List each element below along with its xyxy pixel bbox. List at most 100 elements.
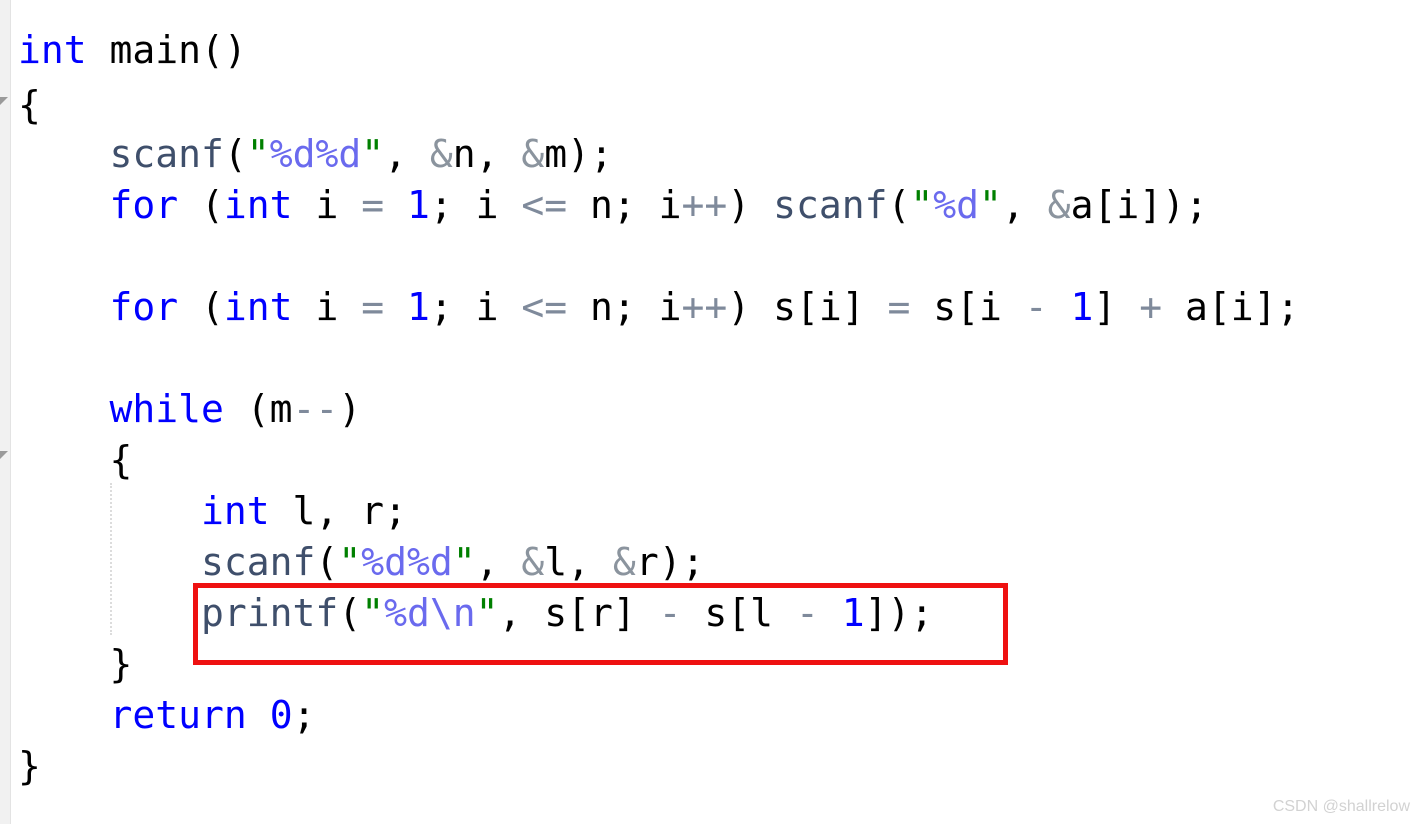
token-number: 1	[841, 591, 865, 635]
token-plain: ,	[567, 540, 613, 584]
token-keyword: for	[109, 285, 179, 329]
token-plain: (m	[223, 387, 293, 431]
token-keyword: int	[223, 183, 293, 227]
token-plain: (	[315, 540, 339, 584]
token-string_quote: "	[979, 183, 1002, 227]
token-plain: (	[178, 285, 224, 329]
token-plain: a[i];	[1162, 285, 1300, 329]
token-string_quote: "	[338, 540, 362, 584]
token-operator: =	[361, 285, 385, 329]
token-function: scanf	[109, 132, 224, 176]
token-plain: ]);	[864, 591, 934, 635]
token-plain: (	[223, 132, 247, 176]
token-plain: (	[178, 183, 224, 227]
token-plain: ;	[292, 693, 316, 737]
token-string_quote: "	[452, 540, 476, 584]
code-line-8[interactable]: while (m--)	[18, 383, 362, 435]
token-keyword: return	[109, 693, 247, 737]
token-number: 1	[406, 285, 430, 329]
token-format_specifier: %d	[933, 183, 980, 227]
token-operator: =	[361, 183, 385, 227]
token-plain: main()	[86, 28, 247, 72]
token-keyword: int	[18, 28, 87, 72]
token-plain: i	[292, 285, 362, 329]
token-plain: l	[544, 540, 568, 584]
token-plain: ,	[1001, 183, 1048, 227]
token-plain: ; i	[429, 183, 522, 227]
token-format_specifier: %d%d	[269, 132, 362, 176]
code-editor-screenshot: int main() { scanf("%d%d", &n, &m); for (…	[0, 0, 1422, 824]
token-string_quote: "	[361, 132, 385, 176]
token-number: 0	[269, 693, 293, 737]
token-plain: l, r;	[269, 489, 407, 533]
token-plain: ,	[475, 540, 522, 584]
token-plain: r);	[635, 540, 705, 584]
token-plain: ,	[384, 132, 430, 176]
code-line-7[interactable]	[18, 332, 41, 384]
token-plain: a[i]);	[1070, 183, 1208, 227]
token-keyword: int	[201, 489, 270, 533]
token-number: 1	[406, 183, 430, 227]
token-keyword: while	[109, 387, 224, 431]
token-plain: s[l	[681, 591, 796, 635]
token-operator: ++	[681, 183, 728, 227]
token-plain: , s[r]	[498, 591, 659, 635]
token-plain: n; i	[567, 183, 682, 227]
token-plain: {	[18, 83, 41, 127]
code-line-6[interactable]: for (int i = 1; i <= n; i++) s[i] = s[i …	[18, 281, 1300, 333]
code-line-4[interactable]: for (int i = 1; i <= n; i++) scanf("%d",…	[18, 179, 1208, 231]
code-line-10[interactable]: int l, r;	[18, 485, 407, 537]
token-plain: n	[452, 132, 476, 176]
code-line-3[interactable]: scanf("%d%d", &n, &m);	[18, 128, 613, 180]
token-string_quote: "	[246, 132, 270, 176]
token-string_quote: "	[475, 591, 499, 635]
token-function: printf	[201, 591, 339, 635]
token-keyword: int	[223, 285, 293, 329]
token-plain: ; i	[429, 285, 522, 329]
token-operator: <=	[521, 285, 568, 329]
code-line-1[interactable]: int main()	[18, 24, 247, 76]
code-line-15[interactable]: }	[18, 740, 41, 792]
token-function: scanf	[773, 183, 888, 227]
token-ampersand: &	[521, 540, 545, 584]
token-plain: (	[338, 591, 362, 635]
code-line-13[interactable]: }	[18, 638, 133, 690]
token-operator: +	[1139, 285, 1163, 329]
indent-guide-line	[110, 483, 112, 635]
token-plain: )	[727, 183, 774, 227]
code-line-12[interactable]: printf("%d\n", s[r] - s[l - 1]);	[18, 587, 933, 639]
token-keyword: for	[109, 183, 179, 227]
code-line-2[interactable]: {	[18, 79, 41, 131]
token-plain: i	[292, 183, 362, 227]
code-line-14[interactable]: return 0;	[18, 689, 316, 741]
code-line-11[interactable]: scanf("%d%d", &l, &r);	[18, 536, 704, 588]
code-line-5[interactable]	[18, 230, 41, 282]
token-plain: ) s[i]	[727, 285, 888, 329]
token-function: scanf	[201, 540, 316, 584]
token-operator: =	[887, 285, 911, 329]
token-string_quote: "	[910, 183, 934, 227]
token-operator: -	[658, 591, 682, 635]
token-plain: ,	[475, 132, 522, 176]
token-string_quote: "	[361, 591, 385, 635]
token-plain: n; i	[567, 285, 682, 329]
token-operator: -	[1024, 285, 1048, 329]
token-ampersand: &	[429, 132, 453, 176]
token-number: 1	[1070, 285, 1094, 329]
token-ampersand: &	[1047, 183, 1071, 227]
token-format_specifier: %d%d	[361, 540, 453, 584]
code-line-9[interactable]: {	[18, 434, 133, 486]
token-ampersand: &	[521, 132, 545, 176]
token-operator: <=	[521, 183, 568, 227]
token-plain: s[i	[910, 285, 1025, 329]
token-plain: )	[338, 387, 362, 431]
code-surface[interactable]: int main() { scanf("%d%d", &n, &m); for (…	[0, 0, 1422, 824]
token-operator: ++	[681, 285, 728, 329]
token-operator: --	[292, 387, 339, 431]
